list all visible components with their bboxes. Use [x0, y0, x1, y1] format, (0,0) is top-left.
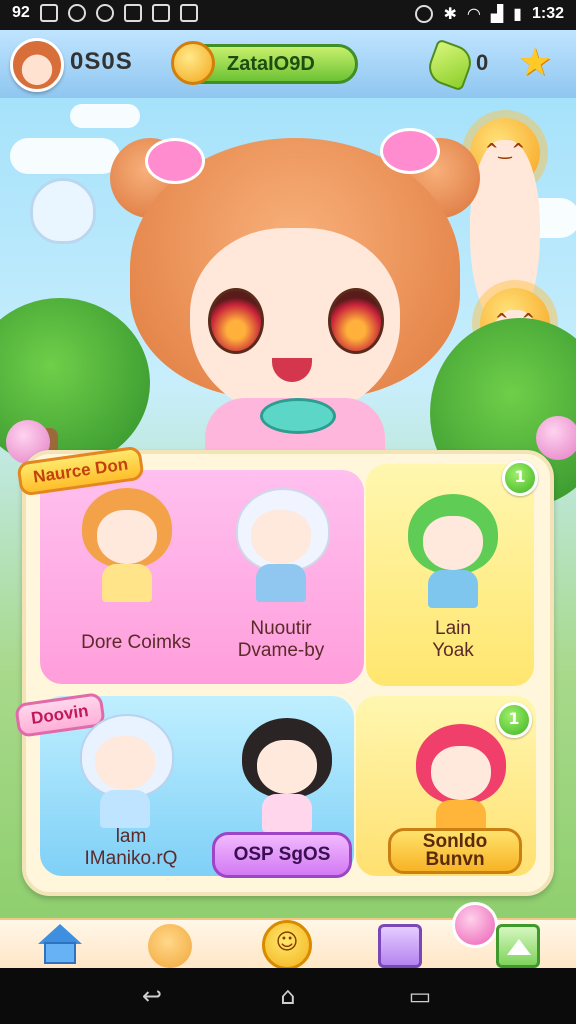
home-icon[interactable] — [38, 924, 82, 968]
pink-bubble-icon[interactable] — [536, 416, 576, 460]
character-name: lam — [115, 826, 147, 847]
character-body — [256, 564, 306, 602]
character-face — [95, 736, 155, 790]
album-icon[interactable] — [378, 924, 422, 968]
bluetooth-icon: ✱ — [443, 4, 457, 23]
smiley-icon[interactable]: ☺ — [262, 920, 312, 970]
character-name: Nuoutir — [250, 618, 312, 639]
character-subtitle: Dvame-by — [237, 640, 325, 661]
character-ribbon — [260, 398, 336, 434]
right-eye — [328, 288, 384, 354]
app-icon — [95, 4, 114, 22]
photo-icon — [151, 4, 170, 22]
arrow-shape — [507, 939, 531, 955]
character-body — [428, 570, 478, 608]
circle-icon — [67, 4, 86, 22]
battery-icon: ▮ — [513, 4, 522, 23]
select-character-button[interactable]: OSP SgOS — [212, 832, 352, 878]
recents-icon[interactable]: ▭ — [404, 982, 436, 1010]
ghost-pet-icon[interactable] — [30, 178, 96, 244]
energy-bar[interactable]: ZataIO9D — [171, 41, 358, 85]
character-subtitle: IManiko.rQ — [84, 848, 178, 869]
resource-bar: 0S0S ZataIO9D 0 ★ — [0, 30, 576, 101]
character-body — [262, 794, 312, 832]
character-name: Dore Coimks — [81, 632, 191, 653]
character-face — [257, 740, 317, 794]
character-face — [190, 228, 400, 418]
character-body — [100, 790, 150, 828]
game-scene: ^‿^ ^‿^ Naurce Don Doovin 1 1 — [0, 98, 576, 918]
coin-counter: 0S0S — [70, 48, 133, 75]
flag-icon — [179, 4, 198, 22]
alarm-icon — [415, 4, 434, 23]
character-panel: Naurce Don Doovin 1 1 Dore Coimks Nuouti… — [14, 445, 554, 896]
left-eye — [208, 288, 264, 354]
character-name: Lain — [435, 618, 471, 639]
character-orange[interactable] — [72, 488, 182, 608]
status-time: 1:32 — [531, 4, 564, 22]
character-red[interactable] — [406, 724, 516, 844]
status-left-text: 92 — [12, 4, 30, 21]
character-silver[interactable] — [70, 714, 180, 834]
summon-button[interactable]: Sonldo Bunvn — [388, 828, 522, 874]
character-subtitle: Yoak — [432, 640, 474, 661]
cloud — [10, 138, 120, 174]
signal-icon: ▟ — [490, 4, 504, 23]
image-icon — [39, 4, 58, 22]
wifi-icon: ◠ — [466, 4, 481, 23]
character-black[interactable] — [232, 718, 342, 838]
energy-coin-icon — [171, 41, 215, 85]
star-icon[interactable]: ★ — [518, 42, 552, 82]
status-left: 92 — [12, 4, 198, 22]
character-white[interactable] — [226, 488, 336, 608]
mouth — [272, 358, 312, 382]
status-bar: 92 ✱ ◠ ▟ ▮ 1:32 — [0, 0, 576, 30]
pink-ball-icon[interactable] — [452, 902, 498, 948]
character-face — [251, 510, 311, 564]
home-roof — [38, 924, 82, 944]
character-face — [97, 510, 157, 564]
hair-bow — [380, 128, 440, 174]
summon-button-line2: Bunvn — [425, 849, 485, 870]
character-green[interactable] — [398, 494, 508, 614]
character-face — [431, 746, 491, 800]
notification-badge: 1 — [502, 460, 538, 496]
sun-icon: ^‿^ — [470, 118, 540, 330]
gem-icon[interactable] — [424, 38, 476, 92]
main-character[interactable] — [110, 118, 480, 478]
player-avatar[interactable] — [10, 38, 64, 92]
pet-icon[interactable] — [148, 924, 192, 968]
back-icon[interactable]: ↩ — [136, 982, 168, 1010]
energy-label: ZataIO9D — [227, 53, 315, 75]
bottom-nav: ☺ — [0, 902, 576, 970]
character-body — [102, 564, 152, 602]
status-right: ✱ ◠ ▟ ▮ 1:32 — [415, 4, 564, 23]
up-arrow-icon[interactable] — [496, 924, 540, 968]
game-icon — [123, 4, 142, 22]
home-system-icon[interactable]: ⌂ — [272, 982, 304, 1010]
hair-bow — [145, 138, 205, 184]
gem-counter: 0 — [476, 50, 489, 75]
home-base — [44, 942, 76, 964]
system-nav: ↩ ⌂ ▭ — [0, 968, 576, 1024]
character-face — [423, 516, 483, 570]
